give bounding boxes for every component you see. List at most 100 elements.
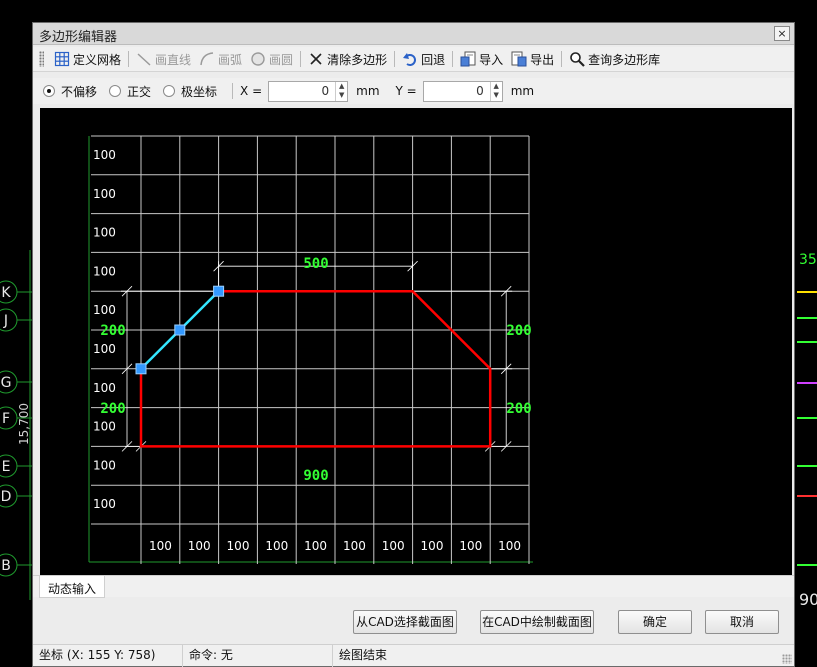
export-label: 导出 xyxy=(530,52,555,67)
tab-bar: 动态输入 xyxy=(33,575,794,598)
draw-circle-button[interactable]: 画圆 xyxy=(246,48,297,70)
vertex-handle[interactable] xyxy=(135,363,147,375)
row-label: 100 xyxy=(93,420,116,434)
row-label: 100 xyxy=(93,303,116,317)
y-input[interactable] xyxy=(423,81,488,101)
x-icon xyxy=(310,53,322,65)
radio-orthogonal[interactable] xyxy=(109,85,122,97)
dimension-top: 500 xyxy=(303,256,328,272)
column-label: 100 xyxy=(459,539,482,553)
toolbar-grip-icon[interactable] xyxy=(39,51,44,67)
cancel-button[interactable]: 取消 xyxy=(705,610,779,634)
x-input[interactable] xyxy=(269,81,334,101)
option-polar[interactable]: 极坐标 xyxy=(163,83,217,100)
cad-axis-label: B xyxy=(1,558,11,574)
column-label: 100 xyxy=(188,539,211,553)
drawing-canvas[interactable]: 100 100 100 100 100 100 100 100 100 100 100 100 100… xyxy=(40,108,792,575)
window-title: 多边形编辑器 xyxy=(39,30,118,45)
spin-down-icon[interactable]: ▼ xyxy=(336,91,347,100)
option-orthogonal[interactable]: 正交 xyxy=(109,83,151,100)
import-label: 导入 xyxy=(479,52,504,67)
grid-lines xyxy=(88,135,533,564)
column-label: 100 xyxy=(227,539,250,553)
status-command: 命令: 无 xyxy=(183,645,333,667)
column-label: 100 xyxy=(265,539,288,553)
import-button[interactable]: 导入 xyxy=(456,48,507,70)
option-no-offset[interactable]: 不偏移 xyxy=(43,83,97,100)
column-label: 100 xyxy=(498,539,521,553)
radio-polar[interactable] xyxy=(163,85,176,97)
grid-icon xyxy=(54,51,70,67)
status-message: 绘图结束 xyxy=(339,648,388,662)
arc-icon xyxy=(200,52,214,66)
drawing-svg[interactable]: 100 100 100 100 100 100 100 100 100 100 100 100 100… xyxy=(40,108,792,575)
circle-icon xyxy=(251,52,265,66)
clear-polygon-button[interactable]: 清除多边形 xyxy=(304,48,391,70)
dimension-right-upper: 200 xyxy=(506,323,531,339)
cad-axis-label: E xyxy=(2,459,11,475)
draw-circle-label: 画圆 xyxy=(269,52,294,67)
cad-right-text: 35( xyxy=(799,252,817,268)
toolbar-separator xyxy=(300,51,302,67)
export-icon xyxy=(511,51,527,67)
x-spin[interactable]: ▲ ▼ xyxy=(335,81,347,101)
row-label: 100 xyxy=(93,497,116,511)
column-label: 100 xyxy=(343,539,366,553)
cad-axis-label: D xyxy=(1,489,12,505)
draw-line-button[interactable]: 画直线 xyxy=(132,48,195,70)
dimension-left-lower: 200 xyxy=(100,401,125,417)
undo-label: 回退 xyxy=(421,52,446,67)
vertex-handle[interactable] xyxy=(213,285,225,297)
spin-up-icon[interactable]: ▲ xyxy=(491,82,502,91)
row-label: 100 xyxy=(93,342,116,356)
option-orthogonal-label: 正交 xyxy=(127,84,152,99)
y-spin[interactable]: ▲ ▼ xyxy=(489,81,502,101)
draw-arc-label: 画弧 xyxy=(218,52,243,67)
radio-no-offset[interactable] xyxy=(43,85,55,97)
export-button[interactable]: 导出 xyxy=(507,48,558,70)
select-from-cad-button[interactable]: 从CAD选择截面图 xyxy=(353,610,457,634)
undo-button[interactable]: 回退 xyxy=(398,48,449,70)
dimension-left-upper: 200 xyxy=(100,323,125,339)
row-label: 100 xyxy=(93,264,116,278)
y-stepper[interactable]: ▲ ▼ xyxy=(422,80,503,102)
column-label: 100 xyxy=(149,539,172,553)
option-polar-label: 极坐标 xyxy=(181,84,218,99)
toolbar-separator xyxy=(128,51,130,67)
toolbar: 定义网格 画直线 画弧 画圆 清除多边形 回退 导入 导出 查询多边形库 xyxy=(33,47,794,72)
polygon-editor-window: 多边形编辑器 × 定义网格 画直线 画弧 画圆 清除多边形 回退 导入 导出 查… xyxy=(32,22,795,667)
x-unit: mm xyxy=(356,84,380,98)
x-stepper[interactable]: ▲ ▼ xyxy=(268,80,349,102)
draw-line-label: 画直线 xyxy=(155,52,192,67)
column-label: 100 xyxy=(382,539,405,553)
option-no-offset-label: 不偏移 xyxy=(61,84,98,99)
magnifier-icon xyxy=(570,52,585,67)
status-coordinates: 坐标 (X: 155 Y: 758) xyxy=(33,645,183,667)
column-label: 100 xyxy=(421,539,444,553)
toolbar-separator xyxy=(452,51,454,67)
tab-dynamic-input[interactable]: 动态输入 xyxy=(39,576,106,598)
line-icon xyxy=(137,53,151,66)
y-label: Y = xyxy=(395,84,417,98)
spin-down-icon[interactable]: ▼ xyxy=(491,91,502,100)
cad-right-text: 90 xyxy=(799,590,817,609)
title-bar[interactable]: 多边形编辑器 × xyxy=(33,23,794,45)
draw-arc-button[interactable]: 画弧 xyxy=(195,48,246,70)
options-separator xyxy=(232,83,234,99)
close-button[interactable]: × xyxy=(774,26,790,41)
define-grid-label: 定义网格 xyxy=(73,52,122,67)
button-bar: 从CAD选择截面图 在CAD中绘制截面图 确定 取消 xyxy=(33,598,794,642)
draw-in-cad-button[interactable]: 在CAD中绘制截面图 xyxy=(480,610,594,634)
spin-up-icon[interactable]: ▲ xyxy=(336,82,347,91)
y-unit: mm xyxy=(510,84,535,98)
vertex-handle[interactable] xyxy=(174,324,186,336)
undo-icon xyxy=(403,53,417,66)
ok-button[interactable]: 确定 xyxy=(618,610,692,634)
define-grid-button[interactable]: 定义网格 xyxy=(50,48,125,70)
row-label: 100 xyxy=(93,148,116,162)
resize-grip-icon[interactable] xyxy=(782,654,792,664)
row-label: 100 xyxy=(93,187,116,201)
query-library-button[interactable]: 查询多边形库 xyxy=(565,48,664,70)
dimension-bottom: 900 xyxy=(303,468,328,484)
cad-axis-label: G xyxy=(1,375,12,391)
